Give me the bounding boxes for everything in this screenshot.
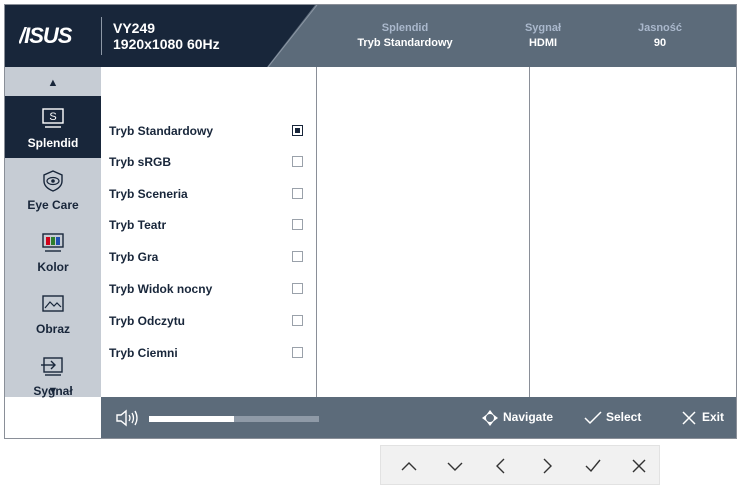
sidebar-item-label: Eye Care	[27, 198, 79, 212]
down-button[interactable]	[445, 456, 465, 476]
header-info-key: Splendid	[381, 22, 429, 34]
select-hint-label: Select	[606, 410, 642, 424]
volume-slider[interactable]	[149, 416, 319, 422]
model-info: VY249 1920x1080 60Hz	[113, 20, 220, 52]
asus-logo: /ISUS	[19, 24, 74, 46]
option-checkbox[interactable]	[292, 156, 303, 167]
option-tryb-widok-nocny[interactable]: Tryb Widok nocny	[109, 280, 309, 300]
splendid-icon: S	[42, 108, 64, 128]
option-tryb-srgb[interactable]: Tryb sRGB	[109, 153, 309, 173]
column-divider	[316, 67, 317, 397]
sidebar-item-label: Obraz	[35, 322, 70, 336]
option-checkbox[interactable]	[292, 251, 303, 262]
header-info-key: Jasność	[637, 22, 683, 34]
volume-slider-fill	[149, 416, 234, 422]
navigate-icon	[482, 410, 498, 426]
option-label: Tryb Odczytu	[109, 314, 186, 328]
option-label: Tryb Teatr	[109, 218, 167, 232]
svg-text:/ISUS: /ISUS	[19, 24, 73, 46]
option-label: Tryb Sceneria	[109, 187, 188, 201]
scroll-down-icon[interactable]: ▼	[5, 385, 101, 397]
sidebar-item-color[interactable]: Kolor	[5, 220, 101, 282]
option-label: Tryb Widok nocny	[109, 282, 213, 296]
option-label: Tryb Gra	[109, 250, 159, 264]
monitor-button-bar	[380, 445, 660, 485]
select-button[interactable]	[583, 456, 603, 476]
input-icon	[41, 357, 63, 376]
eye-care-icon	[43, 170, 63, 192]
left-button[interactable]	[491, 456, 511, 476]
header-info-brightness: Jasność 90	[620, 21, 700, 51]
sidebar-item-eye-care[interactable]: Eye Care	[5, 158, 101, 220]
option-tryb-odczytu[interactable]: Tryb Odczytu	[109, 312, 309, 332]
column-divider	[529, 67, 530, 397]
svg-text:S: S	[49, 111, 56, 123]
image-icon	[42, 295, 64, 312]
model-name: VY249	[113, 20, 156, 36]
header-info-signal: Sygnał HDMI	[503, 21, 583, 51]
exit-close-icon	[682, 411, 696, 425]
option-checkbox[interactable]	[292, 315, 303, 326]
header-info-value: HDMI	[528, 37, 558, 49]
up-button[interactable]	[399, 456, 419, 476]
header-info-value: Tryb Standardowy	[357, 37, 453, 49]
option-tryb-ciemni[interactable]: Tryb Ciemni	[109, 344, 309, 364]
scroll-up-icon[interactable]: ▲	[5, 77, 101, 89]
option-tryb-sceneria[interactable]: Tryb Sceneria	[109, 185, 309, 205]
header-bar: /ISUS VY249 1920x1080 60Hz Splendid Tryb…	[5, 5, 736, 67]
option-checkbox[interactable]	[292, 219, 303, 230]
header-info-splendid: Splendid Tryb Standardowy	[340, 21, 470, 51]
sidebar-item-image[interactable]: Obraz	[5, 282, 101, 344]
sidebar-item-label: Splendid	[27, 136, 79, 150]
option-checkbox[interactable]	[292, 125, 303, 136]
option-tryb-gra[interactable]: Tryb Gra	[109, 248, 309, 268]
color-bars-icon	[42, 233, 64, 252]
sidebar-item-splendid[interactable]: S Splendid	[5, 96, 101, 158]
navigate-hint-label: Navigate	[503, 410, 554, 424]
speaker-icon	[116, 409, 138, 427]
option-checkbox[interactable]	[292, 283, 303, 294]
model-resolution: 1920x1080 60Hz	[113, 36, 220, 52]
header-info-key: Sygnał	[524, 22, 562, 34]
exit-hint-label: Exit	[702, 410, 725, 424]
option-checkbox[interactable]	[292, 188, 303, 199]
right-button[interactable]	[537, 456, 557, 476]
option-checkbox[interactable]	[292, 347, 303, 358]
option-label: Tryb Standardowy	[109, 124, 214, 138]
select-check-icon	[584, 411, 602, 425]
splendid-options-list: Tryb Standardowy Tryb sRGB Tryb Sceneria…	[101, 67, 316, 397]
option-tryb-teatr[interactable]: Tryb Teatr	[109, 216, 309, 236]
sidebar: ▲ S Splendid Eye Care Kolor Obraz Sygnał…	[5, 67, 101, 398]
sidebar-item-label: Kolor	[37, 260, 69, 274]
close-button[interactable]	[629, 456, 649, 476]
option-label: Tryb sRGB	[109, 155, 172, 169]
option-tryb-standardowy[interactable]: Tryb Standardowy	[109, 122, 309, 142]
footer-bar: Navigate Select Exit	[101, 397, 736, 438]
header-separator	[101, 17, 102, 55]
osd-menu: /ISUS VY249 1920x1080 60Hz Splendid Tryb…	[4, 4, 737, 439]
header-info-value: 90	[653, 37, 667, 49]
option-label: Tryb Ciemni	[109, 346, 178, 360]
